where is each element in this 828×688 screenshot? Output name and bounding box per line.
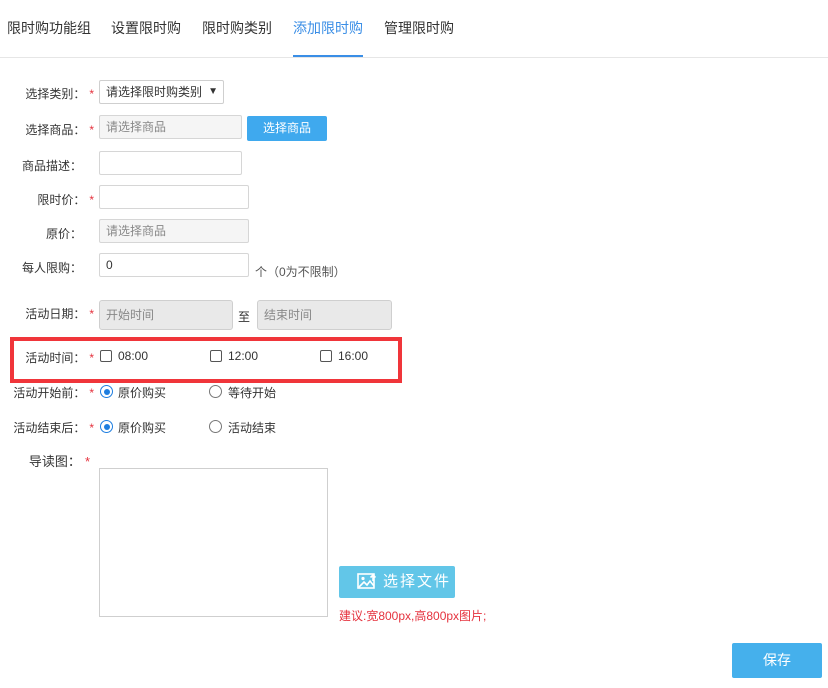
time-1200-checkbox[interactable]: [210, 350, 222, 362]
original-price-input[interactable]: [99, 219, 249, 243]
before-start-label: 活动开始前： *: [0, 384, 94, 401]
product-input[interactable]: [99, 115, 242, 139]
original-price-label: 原价：: [10, 225, 82, 242]
after-end-original-price-radio[interactable]: [100, 420, 113, 433]
product-label: 选择商品： *: [10, 121, 94, 138]
after-end-finish-radio[interactable]: [209, 420, 222, 433]
tab-bar: 限时购功能组 设置限时购 限时购类别 添加限时购 管理限时购: [0, 0, 828, 58]
image-size-hint: 建议:宽800px,高800px图片;: [339, 609, 487, 623]
before-start-wait-label: 等待开始: [228, 386, 277, 400]
description-label-text: 商品描述：: [21, 159, 82, 173]
flash-price-input[interactable]: [99, 185, 249, 209]
description-label: 商品描述：: [10, 157, 82, 174]
after-end-label-text: 活动结束后：: [13, 421, 86, 435]
time-1200-label: 12:00: [228, 349, 259, 363]
category-select-value: 请选择限时购类别: [106, 85, 203, 99]
after-end-finish-label: 活动结束: [228, 421, 277, 435]
time-0800-checkbox[interactable]: [100, 350, 112, 362]
flash-price-label-text: 限时价：: [37, 193, 86, 207]
select-product-button[interactable]: 选择商品: [247, 116, 327, 141]
required-mark: *: [89, 307, 94, 321]
limit-label: 每人限购：: [10, 259, 82, 276]
guide-image-label: 导读图： *: [10, 451, 90, 470]
guide-image-label-text: 导读图：: [28, 454, 81, 469]
required-mark: *: [89, 351, 94, 365]
before-start-wait-radio[interactable]: [209, 385, 222, 398]
image-upload-icon: [357, 573, 377, 589]
after-end-label: 活动结束后： *: [0, 419, 94, 436]
time-1600-checkbox[interactable]: [320, 350, 332, 362]
flash-price-label: 限时价： *: [10, 191, 94, 208]
required-mark: *: [89, 421, 94, 435]
limit-note: 个（0为不限制）: [255, 265, 346, 279]
original-price-label-text: 原价：: [45, 227, 82, 241]
before-start-label-text: 活动开始前：: [13, 386, 86, 400]
required-mark: *: [84, 454, 90, 469]
end-date-input[interactable]: [257, 300, 392, 330]
save-button[interactable]: 保存: [732, 643, 822, 678]
before-start-original-price-radio[interactable]: [100, 385, 113, 398]
category-label: 选择类别： *: [10, 85, 94, 102]
tab-flash-sale-settings[interactable]: 设置限时购: [111, 0, 181, 57]
required-mark: *: [89, 123, 94, 137]
activity-time-label-text: 活动时间：: [25, 351, 86, 365]
tab-add-flash-sale[interactable]: 添加限时购: [293, 0, 363, 57]
choose-file-label: 选择文件: [383, 573, 452, 590]
tab-flash-sale-categories[interactable]: 限时购类别: [202, 0, 272, 57]
activity-date-label-text: 活动日期：: [25, 307, 86, 321]
time-0800-label: 08:00: [118, 349, 149, 363]
tab-manage-flash-sale[interactable]: 管理限时购: [384, 0, 454, 57]
limit-label-text: 每人限购：: [21, 261, 82, 275]
chevron-down-icon: ▼: [208, 86, 218, 97]
limit-input[interactable]: [99, 253, 249, 277]
before-start-original-price-label: 原价购买: [118, 386, 167, 400]
activity-date-label: 活动日期： *: [10, 305, 94, 322]
product-label-text: 选择商品：: [25, 123, 86, 137]
tab-flash-sale-group[interactable]: 限时购功能组: [7, 0, 91, 57]
activity-time-label: 活动时间： *: [10, 349, 94, 366]
date-range-separator: 至: [238, 310, 251, 324]
after-end-original-price-label: 原价购买: [118, 421, 167, 435]
required-mark: *: [89, 386, 94, 400]
required-mark: *: [89, 87, 94, 101]
start-date-input[interactable]: [99, 300, 233, 330]
required-mark: *: [89, 193, 94, 207]
choose-file-button[interactable]: 选择文件: [339, 566, 455, 598]
guide-image-preview[interactable]: [99, 468, 328, 617]
time-1600-label: 16:00: [338, 349, 369, 363]
description-input[interactable]: [99, 151, 242, 175]
category-label-text: 选择类别：: [25, 87, 86, 101]
category-select[interactable]: 请选择限时购类别 ▼: [99, 80, 224, 104]
